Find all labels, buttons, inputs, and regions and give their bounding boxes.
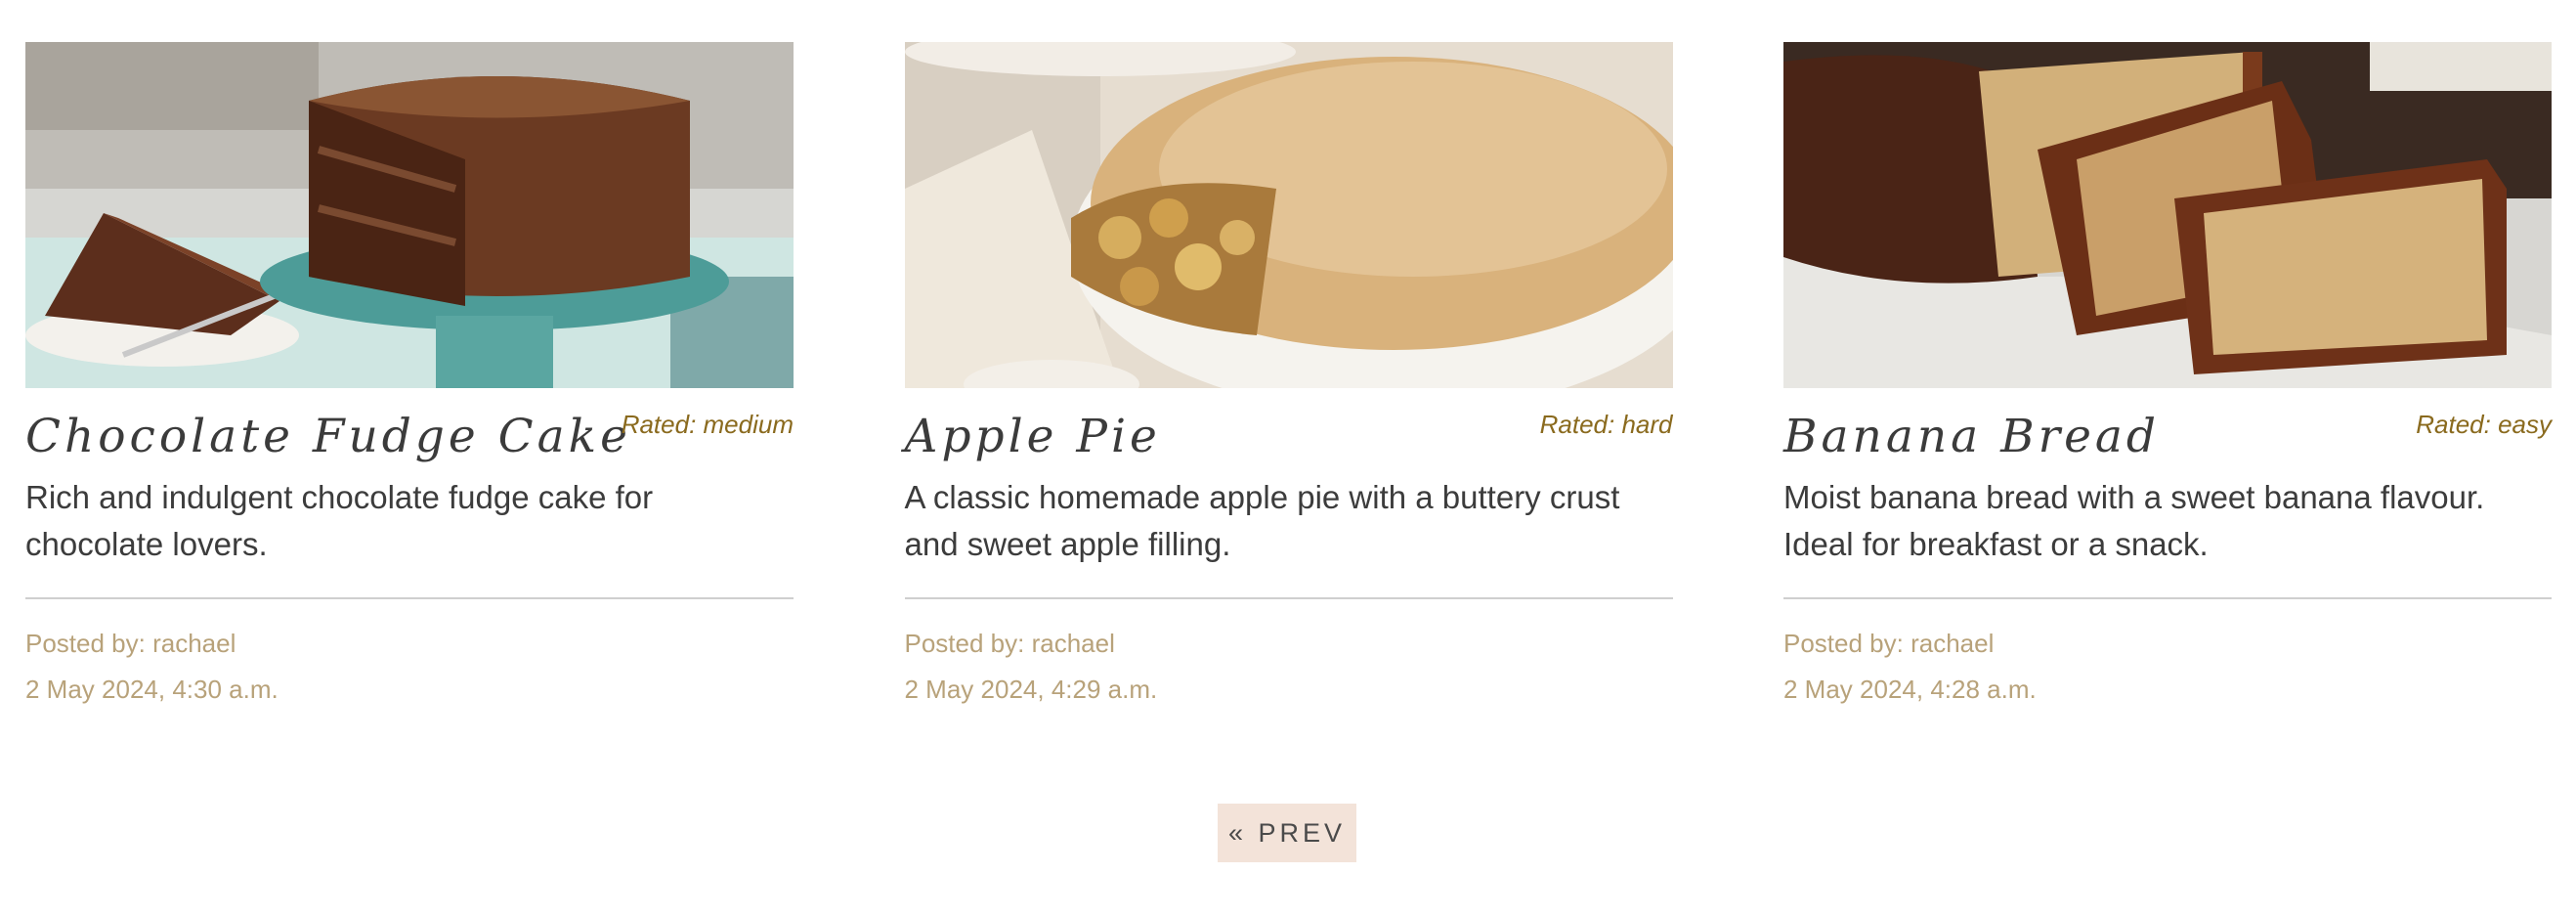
recipe-author: Posted by: rachael: [904, 629, 1115, 658]
recipe-rating: Rated: medium: [621, 410, 794, 439]
recipe-author: Posted by: rachael: [25, 629, 236, 658]
recipe-card: Banana Bread Rated: easy Moist banana br…: [1783, 42, 2552, 705]
recipe-card: Apple Pie Rated: hard A classic homemade…: [904, 42, 1673, 705]
recipe-date: 2 May 2024, 4:28 a.m.: [1783, 675, 2037, 704]
recipe-title[interactable]: Chocolate Fudge Cake: [25, 410, 631, 463]
recipe-card-header: Chocolate Fudge Cake Rated: medium: [25, 388, 794, 474]
recipe-date: 2 May 2024, 4:29 a.m.: [904, 675, 1158, 704]
recipe-title[interactable]: Banana Bread: [1783, 410, 2160, 463]
recipe-description: Moist banana bread with a sweet banana f…: [1783, 479, 2485, 562]
card-divider: [1783, 597, 2552, 599]
recipe-card-header: Banana Bread Rated: easy: [1783, 388, 2552, 474]
banana-bread-illustration: [1783, 42, 2552, 388]
apple-pie-illustration: [904, 42, 1673, 388]
recipe-list: Chocolate Fudge Cake Rated: medium Rich …: [25, 42, 2552, 705]
recipe-date: 2 May 2024, 4:30 a.m.: [25, 675, 279, 704]
recipe-image-chocolate-fudge-cake[interactable]: [25, 42, 794, 388]
chocolate-cake-illustration: [25, 42, 794, 388]
recipe-rating: Rated: hard: [1539, 410, 1673, 439]
card-divider: [25, 597, 794, 599]
recipe-card-header: Apple Pie Rated: hard: [905, 388, 1673, 474]
recipe-author: Posted by: rachael: [1783, 629, 1995, 658]
prev-page-button[interactable]: « PREV: [1218, 804, 1356, 862]
recipe-card: Chocolate Fudge Cake Rated: medium Rich …: [25, 42, 794, 705]
recipe-image-banana-bread[interactable]: [1783, 42, 2552, 388]
recipe-rating: Rated: easy: [2416, 410, 2552, 439]
recipe-description: Rich and indulgent chocolate fudge cake …: [25, 479, 654, 562]
card-divider: [904, 597, 1673, 599]
recipe-title[interactable]: Apple Pie: [905, 410, 1161, 463]
recipe-image-apple-pie[interactable]: [904, 42, 1673, 388]
recipe-description: A classic homemade apple pie with a butt…: [904, 479, 1620, 562]
